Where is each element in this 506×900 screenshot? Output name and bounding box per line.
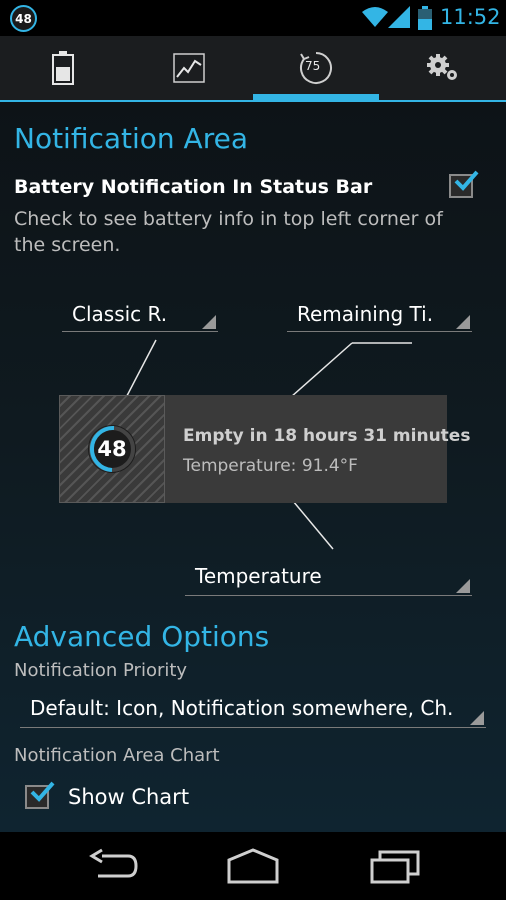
notification-priority-spinner[interactable]: Default: Icon, Notification somewhere, C…: [20, 692, 486, 728]
home-icon[interactable]: [227, 846, 279, 886]
dropdown-arrow-icon: [456, 579, 470, 593]
section-title-advanced-options: Advanced Options: [14, 620, 270, 653]
notification-area-chart-label: Notification Area Chart: [14, 745, 220, 766]
tab-notification-label: 75: [305, 59, 321, 73]
tab-settings[interactable]: [380, 36, 506, 100]
line2-content-spinner[interactable]: Temperature: [185, 560, 472, 596]
status-battery-percent: 48: [15, 11, 32, 26]
line2-content-value: Temperature: [195, 564, 322, 588]
battery-ring-icon: 48: [88, 425, 136, 473]
preview-line2: Temperature: 91.4°F: [183, 456, 358, 476]
status-bar: 48 11:52: [0, 0, 506, 36]
tab-battery[interactable]: [0, 36, 126, 100]
tab-selected-indicator: [253, 94, 379, 100]
preview-line1: Empty in 18 hours 31 minutes: [183, 426, 471, 446]
tab-history[interactable]: [126, 36, 252, 100]
tab-notification[interactable]: 75: [253, 36, 379, 100]
recents-icon[interactable]: [370, 846, 420, 886]
wifi-icon: [362, 7, 388, 27]
preview-battery-percent: 48: [97, 437, 127, 461]
preview-icon-area: 48: [59, 395, 165, 503]
status-time: 11:52: [440, 5, 501, 29]
show-chart-checkbox[interactable]: [25, 781, 55, 809]
dropdown-arrow-icon: [470, 711, 484, 725]
gears-icon: [427, 54, 457, 80]
back-icon[interactable]: [88, 846, 138, 886]
battery-icon: [418, 6, 432, 30]
notification-priority-value: Default: Icon, Notification somewhere, C…: [30, 696, 454, 720]
checkmark-icon: [30, 781, 55, 802]
tab-bar: 75: [0, 36, 506, 102]
battery-level-badge-icon: 48: [10, 5, 37, 32]
navigation-bar: [0, 832, 506, 900]
connector-lines: [117, 339, 412, 550]
cell-signal-icon: [388, 6, 410, 28]
chart-icon: [173, 53, 205, 83]
notification-priority-label: Notification Priority: [14, 660, 188, 681]
notification-preview: 48 Empty in 18 hours 31 minutes Temperat…: [59, 395, 470, 503]
battery-icon: [52, 51, 74, 85]
show-chart-label[interactable]: Show Chart: [68, 785, 189, 809]
settings-content: Notification Area Battery Notification I…: [0, 102, 506, 832]
